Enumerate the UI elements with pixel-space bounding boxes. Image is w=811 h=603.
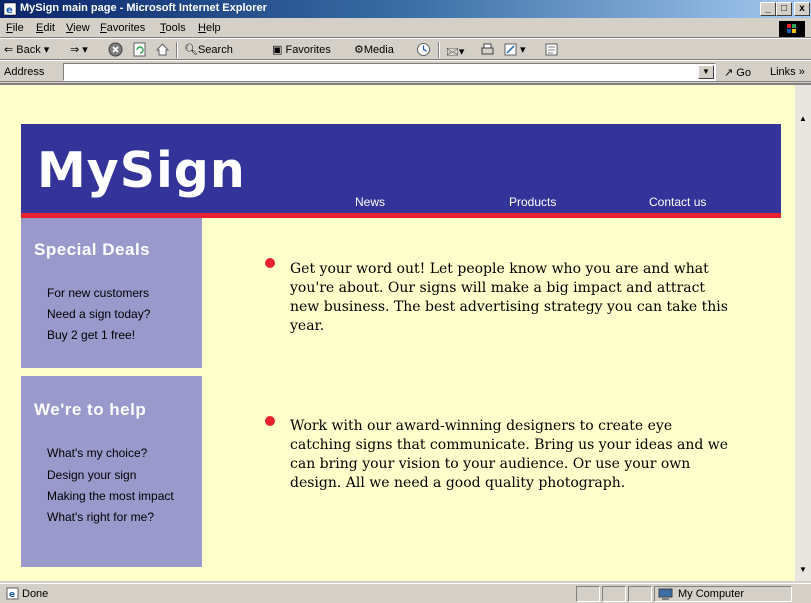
- sidebar-help: We're to help What's my choice? Design y…: [21, 376, 202, 567]
- status-text: Done: [22, 588, 49, 600]
- scroll-up-button[interactable]: ▲: [795, 112, 811, 128]
- window-titlebar: e MySign main page - Microsoft Internet …: [0, 0, 811, 18]
- menu-bar: File Edit View Favorites Tools Help: [0, 18, 811, 38]
- sidebar-link-buy-2-get-1[interactable]: Buy 2 get 1 free!: [47, 328, 135, 342]
- bullet-icon: [265, 258, 275, 268]
- search-icon: 🔍︎: [184, 44, 198, 56]
- status-pane: [576, 586, 600, 602]
- sidebar-link-right-for-me[interactable]: What's right for me?: [47, 510, 154, 524]
- status-pane: [628, 586, 652, 602]
- toolbar-separator: [438, 42, 440, 58]
- close-button[interactable]: x: [794, 2, 810, 16]
- content-paragraph: Work with our award-winning designers to…: [290, 418, 729, 491]
- stop-icon[interactable]: [108, 42, 123, 57]
- links-button[interactable]: Links »: [770, 66, 805, 78]
- back-button[interactable]: ⇐ Back ▾: [4, 43, 49, 56]
- page-done-icon: e: [6, 587, 19, 600]
- site-header-banner: MySign News Products Contact us: [21, 124, 781, 213]
- toolbar-separator: [176, 42, 178, 58]
- zone-text: My Computer: [678, 588, 745, 600]
- edit-dropdown-button[interactable]: ▾: [520, 43, 526, 56]
- vertical-scrollbar[interactable]: ▲ ▼: [795, 85, 811, 581]
- menu-tools[interactable]: Tools: [160, 22, 186, 34]
- menu-help[interactable]: Help: [198, 22, 221, 34]
- nav-link-contact[interactable]: Contact us: [649, 195, 706, 209]
- address-dropdown-button[interactable]: ▼: [698, 65, 714, 79]
- favorites-icon: ▣: [272, 44, 283, 56]
- search-label: Search: [197, 44, 233, 56]
- home-icon[interactable]: [155, 42, 170, 57]
- refresh-icon[interactable]: [132, 42, 147, 57]
- menu-view[interactable]: View: [66, 22, 90, 34]
- address-label: Address: [4, 66, 45, 78]
- sidebar-special-deals: Special Deals For new customers Need a s…: [21, 218, 202, 368]
- go-button[interactable]: ↗ Go: [724, 66, 751, 79]
- back-label: Back: [16, 44, 41, 56]
- menu-favorites[interactable]: Favorites: [100, 22, 145, 34]
- print-icon[interactable]: [480, 42, 495, 57]
- media-label: Media: [363, 44, 394, 56]
- search-button[interactable]: 🔍︎Search: [184, 43, 233, 56]
- forward-button[interactable]: ⇒ ▾: [70, 43, 88, 56]
- nav-link-news[interactable]: News: [355, 195, 385, 209]
- edit-icon[interactable]: [503, 42, 518, 57]
- site-logo: MySign: [37, 142, 246, 199]
- menu-file[interactable]: File: [6, 22, 24, 34]
- sidebar-title-special-deals: Special Deals: [34, 240, 151, 259]
- windows-logo-icon: [779, 21, 805, 37]
- sidebar-link-design-sign[interactable]: Design your sign: [47, 468, 136, 482]
- minimize-button[interactable]: _: [760, 2, 776, 16]
- scroll-down-button[interactable]: ▼: [795, 563, 811, 579]
- ie-page-icon: e: [3, 2, 17, 16]
- standard-toolbar: ⇐ Back ▾ ⇒ ▾ 🔍︎Search ▣ Favorites ⚙︎Medi…: [0, 38, 811, 60]
- sidebar-link-most-impact[interactable]: Making the most impact: [47, 489, 174, 503]
- sidebar-link-new-customers[interactable]: For new customers: [47, 286, 149, 300]
- menu-edit[interactable]: Edit: [36, 22, 55, 34]
- favorites-label: Favorites: [285, 44, 331, 56]
- media-button[interactable]: ⚙︎Media: [354, 43, 394, 56]
- sidebar-link-my-choice[interactable]: What's my choice?: [47, 446, 147, 460]
- sidebar-title-help: We're to help: [34, 400, 147, 419]
- go-arrow-icon: ↗: [724, 67, 734, 79]
- favorites-button[interactable]: ▣ Favorites: [272, 43, 331, 56]
- status-bar: e Done My Computer: [0, 583, 811, 603]
- history-icon[interactable]: [416, 42, 431, 57]
- media-icon: ⚙︎: [354, 44, 364, 56]
- address-input[interactable]: [63, 63, 716, 81]
- go-label: Go: [736, 67, 751, 79]
- content-paragraph: Get your word out! Let people know who y…: [290, 261, 728, 334]
- my-computer-icon: [658, 588, 673, 600]
- bullet-icon: [265, 416, 275, 426]
- maximize-button[interactable]: □: [776, 2, 792, 16]
- sidebar-link-sign-today[interactable]: Need a sign today?: [47, 307, 150, 321]
- nav-link-products[interactable]: Products: [509, 195, 556, 209]
- status-pane: [602, 586, 626, 602]
- svg-text:e: e: [9, 590, 15, 600]
- window-title: MySign main page - Microsoft Internet Ex…: [20, 2, 267, 14]
- svg-text:e: e: [6, 5, 13, 16]
- discuss-icon[interactable]: [544, 42, 559, 57]
- address-bar: Address ▼ ↗ Go Links »: [0, 60, 811, 82]
